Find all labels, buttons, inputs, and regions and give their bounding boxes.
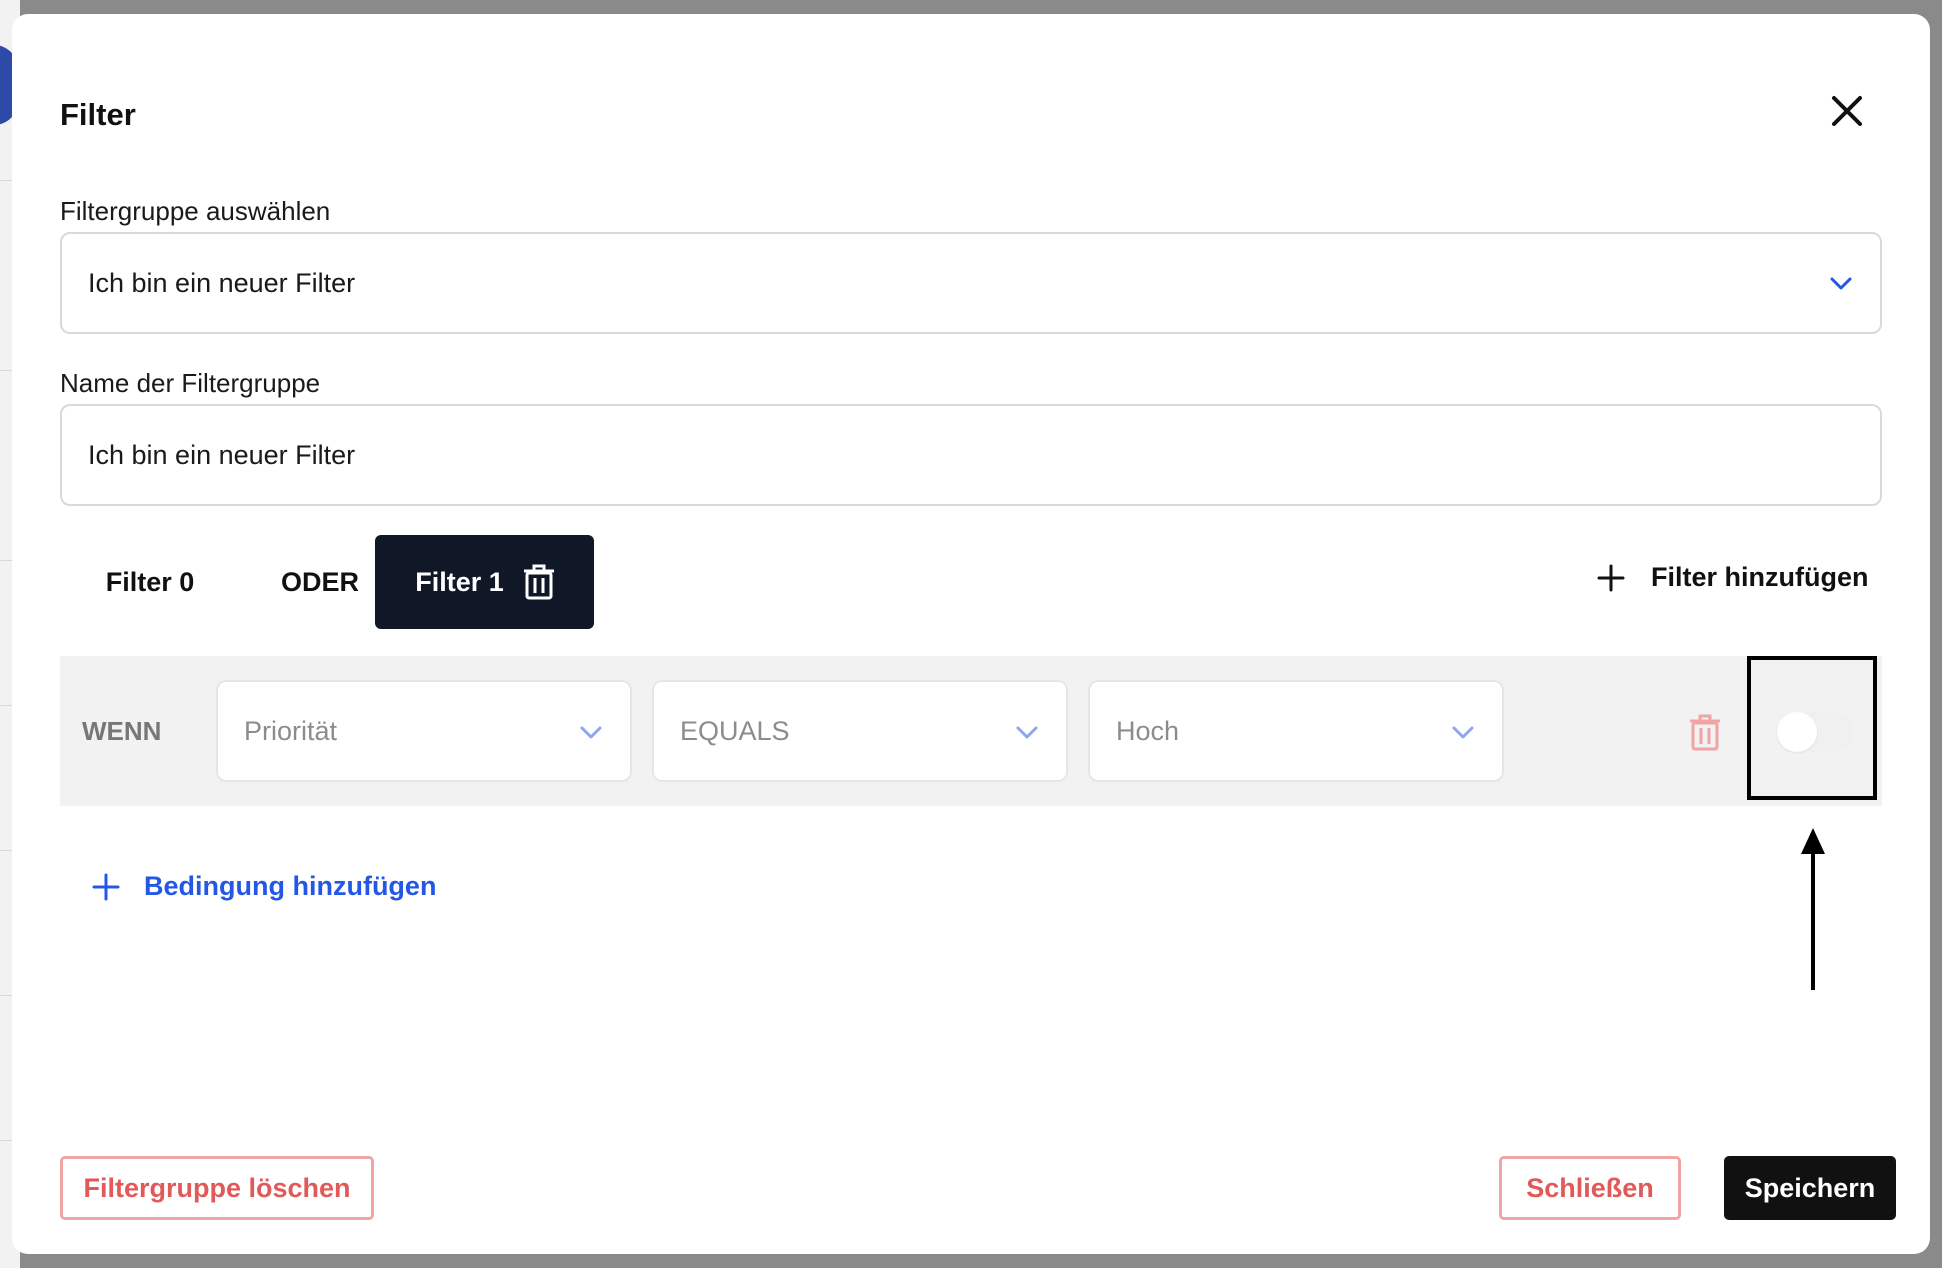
toggle-knob [1777, 712, 1817, 752]
save-button-label: Speichern [1744, 1172, 1876, 1203]
plus-icon [1597, 564, 1625, 591]
modal-title: Filter [60, 97, 136, 132]
condition-row: WENN Priorität EQUALS Hoch [60, 656, 1882, 806]
delete-filter-group-label: Filtergruppe löschen [83, 1172, 351, 1203]
add-filter-button[interactable]: Filter hinzufügen [1597, 562, 1868, 593]
tab-filter-0[interactable]: Filter 0 [60, 535, 240, 629]
chevron-down-icon [1452, 726, 1474, 739]
plus-icon [92, 873, 120, 900]
add-filter-label: Filter hinzufügen [1651, 562, 1869, 592]
trash-icon[interactable] [523, 564, 554, 600]
condition-value-value: Hoch [1116, 716, 1180, 746]
add-condition-button[interactable]: Bedingung hinzufügen [92, 871, 436, 902]
filter-group-select[interactable]: Ich bin ein neuer Filter [60, 232, 1882, 334]
condition-value-select[interactable]: Hoch [1088, 680, 1504, 782]
condition-prefix: WENN [82, 716, 162, 746]
filter-group-select-value: Ich bin ein neuer Filter [88, 268, 356, 298]
delete-condition-icon[interactable] [1689, 713, 1721, 751]
condition-field-select[interactable]: Priorität [216, 680, 632, 782]
tab-oder-label: ODER [280, 566, 359, 597]
filter-group-name-label: Name der Filtergruppe [60, 368, 321, 398]
chevron-down-icon [1016, 726, 1038, 739]
filter-group-name-field[interactable]: Ich bin ein neuer Filter [60, 404, 1882, 506]
tab-filter-1-label: Filter 1 [415, 566, 504, 597]
chevron-down-icon [1830, 277, 1852, 290]
chevron-down-icon [580, 726, 602, 739]
filter-modal: Filter Filtergruppe auswählen Ich bin ei… [12, 14, 1930, 1254]
condition-toggle[interactable] [1777, 712, 1853, 752]
tab-filter-0-label: Filter 0 [105, 566, 195, 597]
delete-filter-group-button[interactable]: Filtergruppe löschen [60, 1156, 374, 1220]
close-button-label: Schließen [1526, 1172, 1654, 1203]
tab-filter-1[interactable]: Filter 1 [375, 535, 594, 629]
condition-operator-select[interactable]: EQUALS [652, 680, 1068, 782]
save-button[interactable]: Speichern [1724, 1156, 1896, 1220]
condition-operator-value: EQUALS [680, 716, 790, 746]
filter-group-select-label: Filtergruppe auswählen [60, 196, 331, 226]
condition-field-value: Priorität [244, 716, 338, 746]
close-button[interactable]: Schließen [1499, 1156, 1681, 1220]
arrow-up-icon [1801, 828, 1825, 990]
add-condition-label: Bedingung hinzufügen [144, 871, 437, 901]
close-icon[interactable] [1824, 88, 1870, 134]
toggle-highlight-box [1747, 656, 1877, 800]
filter-group-name-value: Ich bin ein neuer Filter [88, 440, 356, 470]
